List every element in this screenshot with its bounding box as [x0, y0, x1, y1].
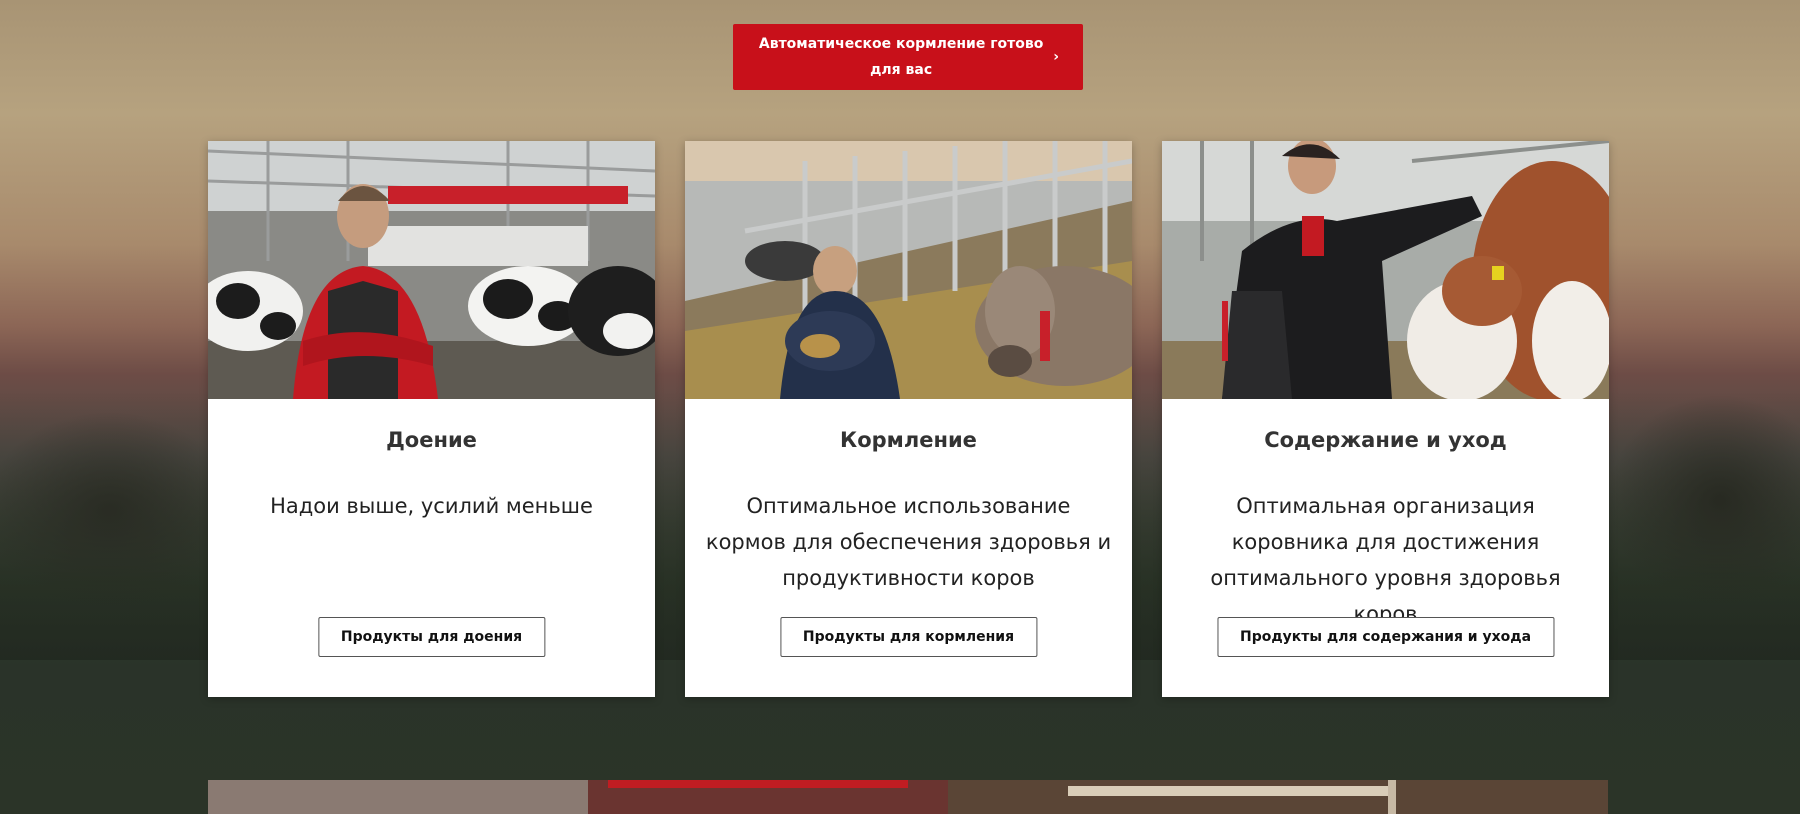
barn-interior-photo: [208, 780, 1608, 814]
card-title: Доение: [386, 428, 477, 452]
card-care: Содержание и уход Оптимальная организаци…: [1162, 141, 1609, 697]
chevron-right-icon: ›: [1053, 49, 1059, 65]
milking-barn-photo: [208, 141, 655, 399]
card-text: Оптимальное использование кормов для обе…: [705, 494, 1112, 590]
card-text: Надои выше, усилий меньше: [270, 494, 593, 518]
cta-label: Автоматическое кормление готово для вас: [758, 36, 1044, 78]
care-barn-photo: [1162, 141, 1609, 399]
card-title: Содержание и уход: [1264, 428, 1507, 452]
card-title: Кормление: [840, 428, 977, 452]
automatic-feeding-cta-button[interactable]: Автоматическое кормление готово для вас …: [733, 24, 1083, 90]
card-text: Оптимальная организация коровника для до…: [1210, 494, 1561, 626]
feeding-products-button[interactable]: Продукты для кормления: [779, 617, 1038, 657]
feeding-barn-photo: [685, 141, 1132, 399]
milking-products-button[interactable]: Продукты для доения: [317, 617, 546, 657]
card-feeding: Кормление Оптимальное использование корм…: [685, 141, 1132, 697]
care-products-button[interactable]: Продукты для содержания и ухода: [1216, 617, 1555, 657]
card-milking: Доение Надои выше, усилий меньше Продукт…: [208, 141, 655, 697]
